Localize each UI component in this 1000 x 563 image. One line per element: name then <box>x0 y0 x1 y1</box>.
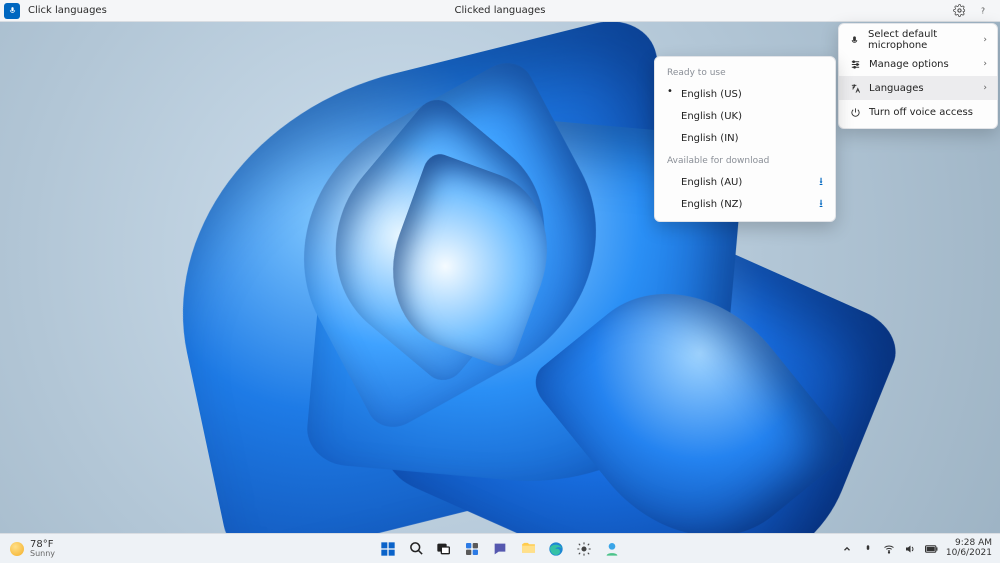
voice-access-left-label: Click languages <box>28 5 107 16</box>
widgets-button[interactable] <box>462 539 482 559</box>
menu-item-label: Select default microphone <box>868 29 975 51</box>
clock[interactable]: 9:28 AM 10/6/2021 <box>946 539 992 558</box>
svg-text:?: ? <box>981 6 985 15</box>
lang-item-label: English (IN) <box>681 133 739 144</box>
menu-item-select-mic[interactable]: Select default microphone › <box>839 28 997 52</box>
weather-condition: Sunny <box>30 550 55 558</box>
lang-item-en-uk[interactable]: English (UK) <box>655 105 835 127</box>
menu-item-manage-options[interactable]: Manage options › <box>839 52 997 76</box>
voice-access-bar: Click languages Clicked languages ? <box>0 0 1000 22</box>
lang-item-en-nz[interactable]: English (NZ) ⭳ <box>655 193 835 215</box>
lang-ready-header: Ready to use <box>655 61 835 83</box>
menu-item-turn-off[interactable]: Turn off voice access <box>839 100 997 124</box>
voice-access-app-button[interactable] <box>602 539 622 559</box>
menu-item-languages[interactable]: Languages › <box>839 76 997 100</box>
lang-item-en-au[interactable]: English (AU) ⭳ <box>655 171 835 193</box>
chevron-right-icon: › <box>983 83 987 93</box>
lang-item-label: English (NZ) <box>681 199 742 210</box>
wifi-icon[interactable] <box>883 542 896 555</box>
settings-app-button[interactable] <box>574 539 594 559</box>
lang-item-en-us[interactable]: English (US) <box>655 83 835 105</box>
lang-item-label: English (AU) <box>681 177 742 188</box>
mic-status-icon[interactable] <box>4 3 20 19</box>
voice-access-center-label: Clicked languages <box>455 5 546 16</box>
battery-icon[interactable] <box>925 542 938 555</box>
weather-temp: 78°F <box>30 540 55 550</box>
weather-widget[interactable]: 78°F Sunny <box>0 540 55 558</box>
languages-submenu: Ready to use English (US) English (UK) E… <box>654 56 836 222</box>
download-icon[interactable]: ⭳ <box>819 173 823 192</box>
tray-mic-icon[interactable] <box>862 542 875 555</box>
help-icon[interactable]: ? <box>976 4 990 18</box>
menu-item-label: Manage options <box>869 59 949 70</box>
options-icon <box>849 58 861 70</box>
chevron-right-icon: › <box>983 59 987 69</box>
search-button[interactable] <box>406 539 426 559</box>
lang-item-label: English (UK) <box>681 111 742 122</box>
taskbar-center <box>378 539 622 559</box>
lang-item-en-in[interactable]: English (IN) <box>655 127 835 149</box>
lang-item-label: English (US) <box>681 89 742 100</box>
chevron-right-icon: › <box>983 35 987 45</box>
menu-item-label: Languages <box>869 83 924 94</box>
language-icon <box>849 82 861 94</box>
lang-download-header: Available for download <box>655 149 835 171</box>
sun-icon <box>10 542 24 556</box>
taskbar: 78°F Sunny <box>0 533 1000 563</box>
tray-chevron-icon[interactable] <box>841 542 854 555</box>
settings-dropdown: Select default microphone › Manage optio… <box>838 23 998 129</box>
start-button[interactable] <box>378 539 398 559</box>
settings-icon[interactable] <box>952 4 966 18</box>
taskview-button[interactable] <box>434 539 454 559</box>
chat-button[interactable] <box>490 539 510 559</box>
mic-icon <box>849 34 860 46</box>
menu-item-label: Turn off voice access <box>869 107 973 118</box>
volume-icon[interactable] <box>904 542 917 555</box>
clock-date: 10/6/2021 <box>946 549 992 558</box>
file-explorer-button[interactable] <box>518 539 538 559</box>
system-tray: 9:28 AM 10/6/2021 <box>841 539 1000 558</box>
power-icon <box>849 106 861 118</box>
edge-button[interactable] <box>546 539 566 559</box>
download-icon[interactable]: ⭳ <box>819 195 823 214</box>
